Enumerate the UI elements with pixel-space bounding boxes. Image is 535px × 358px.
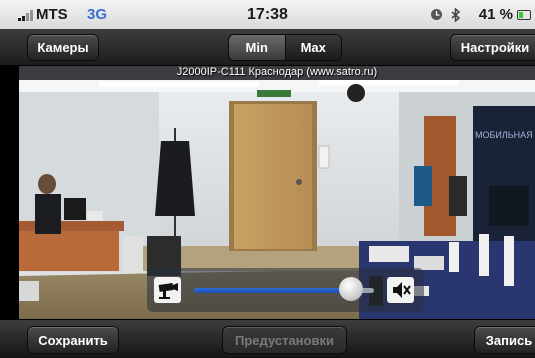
scene-sign-text: МОБИЛЬНАЯ: [475, 130, 533, 140]
battery-icon: [517, 10, 531, 20]
bluetooth-icon: [451, 7, 461, 25]
battery-percent: 41 %: [478, 6, 513, 23]
settings-button[interactable]: Настройки: [450, 34, 535, 61]
volume-slider-thumb[interactable]: [338, 277, 363, 301]
presets-button[interactable]: Предустановки: [222, 326, 347, 354]
camera-osd-title: J2000IP-C111 Краснодар (www.satro.ru): [176, 66, 378, 78]
bottom-toolbar: Сохранить Предустановки Запись: [0, 319, 535, 358]
save-button[interactable]: Сохранить: [27, 326, 119, 354]
volume-panel: [147, 268, 424, 312]
nav-bar: Камеры Min Max Настройки: [0, 29, 535, 66]
status-bar: MTS 3G 17:38 41 %: [0, 0, 535, 29]
record-button[interactable]: Запись: [474, 326, 535, 354]
camera-icon[interactable]: [154, 277, 181, 303]
segment-min[interactable]: Min: [229, 35, 285, 60]
volume-slider[interactable]: [194, 277, 374, 301]
cameras-button[interactable]: Камеры: [27, 34, 99, 61]
segment-max[interactable]: Max: [284, 35, 341, 60]
clock-icon: [430, 8, 443, 25]
speaker-mute-icon[interactable]: [387, 277, 414, 303]
volume-slider-fill: [194, 288, 351, 293]
quality-segmented-control: Min Max: [228, 34, 342, 61]
